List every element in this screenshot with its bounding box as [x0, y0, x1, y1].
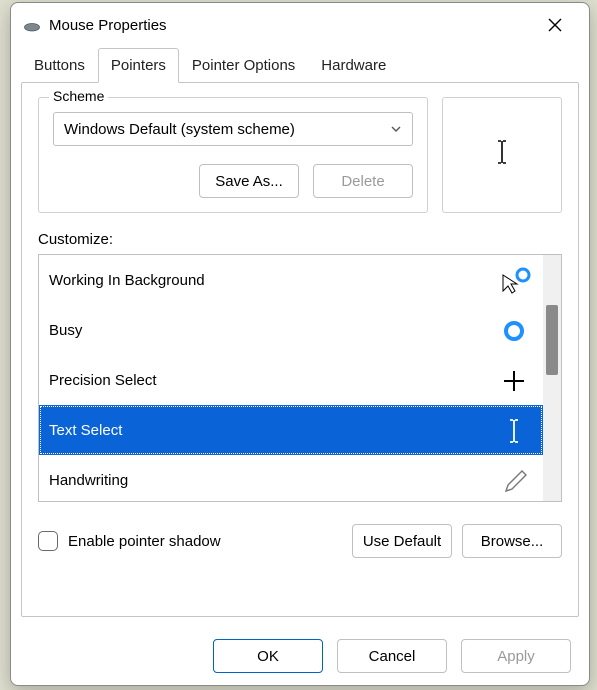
tab-buttons[interactable]: Buttons	[21, 48, 98, 83]
tabstrip: Buttons Pointers Pointer Options Hardwar…	[11, 47, 589, 82]
scrollbar[interactable]	[543, 255, 561, 501]
ibeam-icon	[495, 139, 509, 171]
mouse-properties-dialog: Mouse Properties Buttons Pointers Pointe…	[10, 2, 590, 686]
browse-button[interactable]: Browse...	[462, 524, 562, 558]
apply-button: Apply	[461, 639, 571, 673]
pointer-preview	[442, 97, 562, 213]
pen-icon	[497, 466, 531, 496]
dialog-buttons: OK Cancel Apply	[11, 627, 589, 685]
cancel-button[interactable]: Cancel	[337, 639, 447, 673]
list-item-label: Handwriting	[49, 472, 128, 489]
mouse-icon	[23, 19, 41, 31]
tab-pointers[interactable]: Pointers	[98, 48, 179, 83]
list-item-label: Working In Background	[49, 272, 205, 289]
list-item-label: Precision Select	[49, 372, 157, 389]
cross-icon	[497, 366, 531, 396]
list-item-label: Text Select	[49, 422, 122, 439]
arrow-ring-icon	[497, 266, 531, 296]
pointer-list: Working In Background Busy Prec	[38, 254, 562, 502]
scheme-legend: Scheme	[49, 88, 108, 104]
save-as-button[interactable]: Save As...	[199, 164, 299, 198]
close-icon	[547, 17, 563, 33]
scrollbar-thumb[interactable]	[546, 305, 558, 375]
scheme-dropdown[interactable]: Windows Default (system scheme)	[53, 112, 413, 146]
enable-shadow-label: Enable pointer shadow	[68, 533, 342, 550]
close-button[interactable]	[533, 5, 577, 45]
list-item[interactable]: Working In Background	[39, 255, 543, 305]
ibeam-icon	[497, 416, 531, 446]
titlebar: Mouse Properties	[11, 3, 589, 47]
tab-hardware[interactable]: Hardware	[308, 48, 399, 83]
list-item-label: Busy	[49, 322, 82, 339]
ring-icon	[497, 316, 531, 346]
chevron-down-icon	[390, 123, 402, 135]
enable-shadow-checkbox[interactable]	[38, 531, 58, 551]
window-title: Mouse Properties	[49, 17, 533, 34]
use-default-button[interactable]: Use Default	[352, 524, 452, 558]
delete-button: Delete	[313, 164, 413, 198]
list-item[interactable]: Text Select	[39, 405, 543, 455]
tab-pointer-options[interactable]: Pointer Options	[179, 48, 308, 83]
scheme-group: Scheme Windows Default (system scheme) S…	[38, 97, 428, 213]
ok-button[interactable]: OK	[213, 639, 323, 673]
list-item[interactable]: Busy	[39, 305, 543, 355]
scheme-selected-value: Windows Default (system scheme)	[64, 121, 295, 138]
pointers-panel: Scheme Windows Default (system scheme) S…	[21, 82, 579, 617]
list-item[interactable]: Precision Select	[39, 355, 543, 405]
customize-label: Customize:	[38, 231, 562, 248]
list-item[interactable]: Handwriting	[39, 455, 543, 501]
